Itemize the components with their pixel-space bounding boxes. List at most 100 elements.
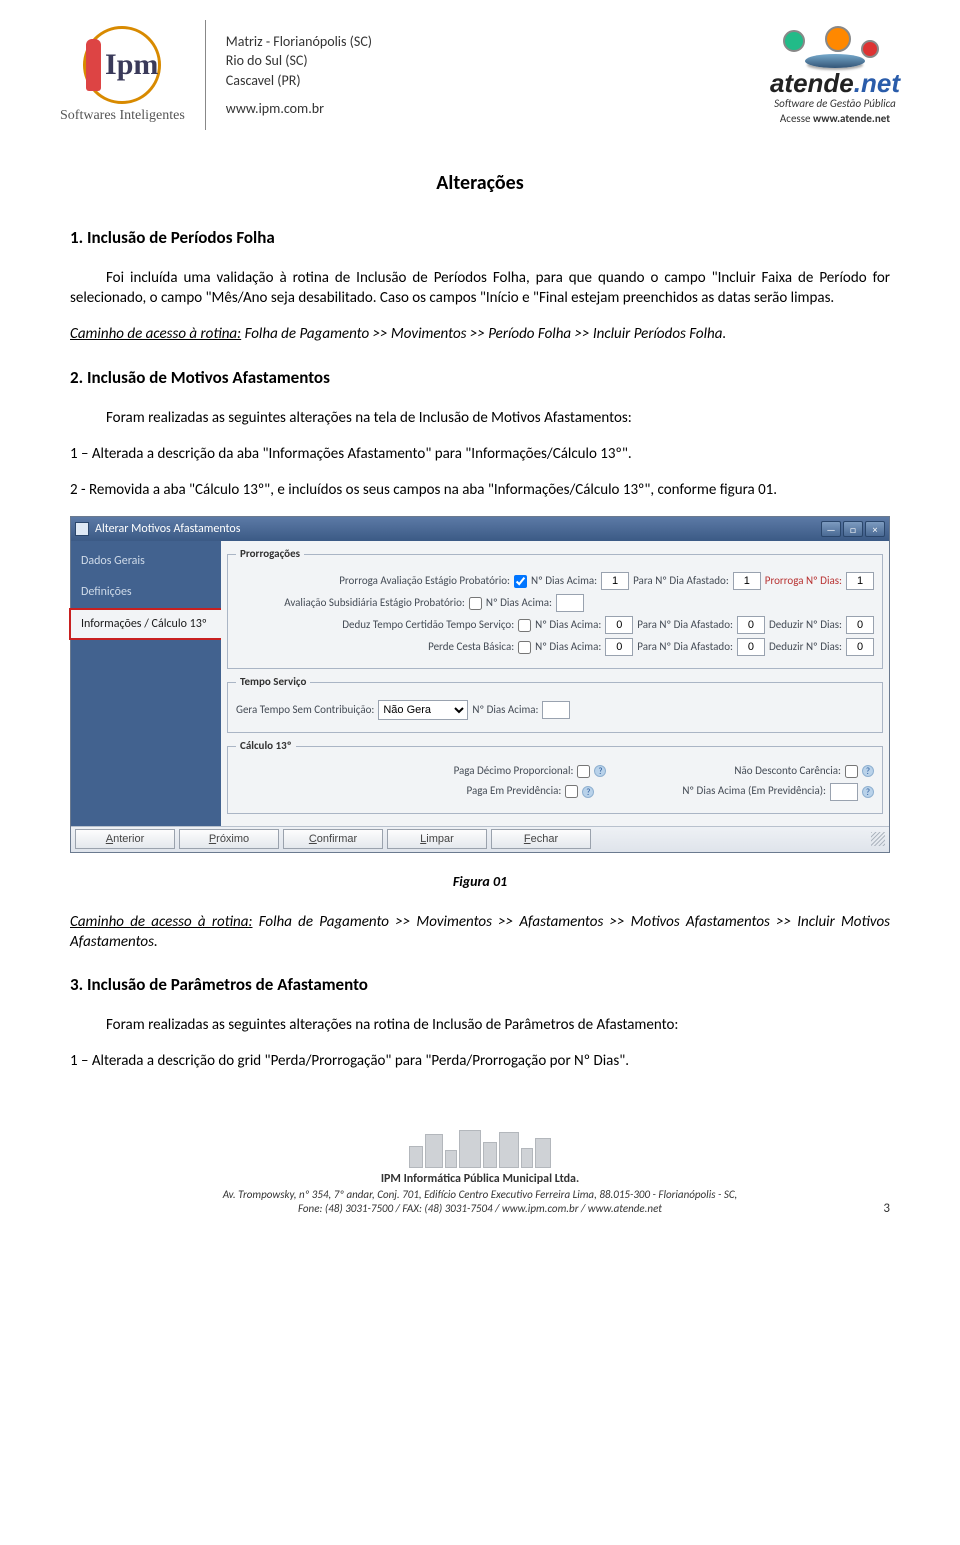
app-window: Alterar Motivos Afastamentos — □ × Dados… — [70, 516, 890, 852]
input-dias-acima-5[interactable] — [542, 701, 570, 719]
input-para-dia-afastado-4[interactable] — [737, 638, 765, 656]
help-icon[interactable]: ? — [862, 765, 874, 777]
atende-icon — [775, 26, 895, 62]
company-site: www.ipm.com.br — [226, 99, 372, 119]
section-2-heading: 2. Inclusão de Motivos Afastamentos — [70, 367, 890, 390]
help-icon[interactable]: ? — [582, 786, 594, 798]
page-header: Ipm Softwares Inteligentes Matriz - Flor… — [0, 0, 960, 140]
nav-item-dados-gerais[interactable]: Dados Gerais — [71, 547, 221, 575]
legend-calculo-13: Cálculo 13º — [236, 739, 296, 754]
left-nav: Dados Gerais Definições Informações / Cá… — [71, 541, 221, 825]
help-icon[interactable]: ? — [862, 786, 874, 798]
section-3-heading: 3. Inclusão de Parâmetros de Afastamento — [70, 974, 890, 997]
addr-line-1: Matriz - Florianópolis (SC) — [226, 32, 372, 52]
label-deduz-tempo: Deduz Tempo Certidão Tempo Serviço: — [314, 618, 514, 633]
fechar-button[interactable]: Fechar — [491, 829, 591, 849]
ipm-tagline: Softwares Inteligentes — [60, 108, 185, 124]
help-icon[interactable]: ? — [594, 765, 606, 777]
label-paga-previdencia: Paga Em Previdência: — [467, 784, 562, 799]
label-deduzir-dias-3: Deduzir Nº Dias: — [769, 618, 842, 633]
minimize-button[interactable]: — — [821, 521, 841, 537]
input-para-dia-afastado-1[interactable] — [733, 572, 761, 590]
anterior-button[interactable]: Anterior — [75, 829, 175, 849]
section-1-paragraph: Foi incluída uma validação à rotina de I… — [70, 268, 890, 309]
input-dias-acima-2[interactable] — [556, 594, 584, 612]
input-dias-acima-4[interactable] — [605, 638, 633, 656]
atende-logo: atende.net Software de Gestão Pública Ac… — [770, 26, 900, 125]
label-prorroga-avaliacao: Prorroga Avaliação Estágio Probatório: — [310, 574, 510, 589]
section-3-intro: Foram realizadas as seguintes alterações… — [70, 1015, 890, 1035]
right-panel: Prorrogações Prorroga Avaliação Estágio … — [221, 541, 889, 825]
addr-line-3: Cascavel (PR) — [226, 71, 372, 91]
confirmar-button[interactable]: Confirmar — [283, 829, 383, 849]
legend-tempo-servico: Tempo Serviço — [236, 675, 310, 690]
footer-company: IPM Informática Pública Municipal Ltda. — [60, 1172, 900, 1186]
label-prorroga-dias: Prorroga Nº Dias: — [765, 574, 842, 589]
checkbox-perde-cesta[interactable] — [518, 641, 531, 654]
bottom-toolbar: Anterior Próximo Confirmar Limpar Fechar — [71, 826, 889, 852]
page-footer: IPM Informática Pública Municipal Ltda. … — [0, 1118, 960, 1237]
section-2-item-2: 2 - Removida a aba "Cálculo 13º", e incl… — [70, 480, 890, 500]
label-perde-cesta: Perde Cesta Básica: — [314, 640, 514, 655]
atende-subtitle: Software de Gestão Pública — [774, 97, 896, 110]
label-dias-acima-5: Nº Dias Acima: — [472, 703, 538, 718]
ipm-logo: Ipm Softwares Inteligentes — [60, 26, 185, 124]
window-icon — [75, 522, 89, 536]
footer-addr-1: Av. Trompowsky, nº 354, 7º andar, Conj. … — [60, 1188, 900, 1202]
label-avaliacao-subsidiaria: Avaliação Subsidiária Estágio Probatório… — [265, 596, 465, 611]
proximo-button[interactable]: Próximo — [179, 829, 279, 849]
input-dias-acima-prev[interactable] — [830, 783, 858, 801]
checkbox-avaliacao-subsidiaria[interactable] — [469, 597, 482, 610]
checkbox-nao-desconto[interactable] — [845, 765, 858, 778]
ipm-logo-text: Ipm — [105, 48, 158, 82]
limpar-button[interactable]: Limpar — [387, 829, 487, 849]
label-para-dia-afastado-3: Para Nº Dia Afastado: — [637, 618, 733, 633]
label-dias-acima-2: Nº Dias Acima: — [486, 596, 552, 611]
atende-access: Acesse www.atende.net — [780, 112, 890, 125]
page-number: 3 — [883, 1201, 890, 1216]
checkbox-paga-previdencia[interactable] — [565, 785, 578, 798]
label-dias-acima-3: Nº Dias Acima: — [535, 618, 601, 633]
fieldset-calculo-13: Cálculo 13º Paga Décimo Proporcional: ? … — [227, 739, 883, 814]
titlebar: Alterar Motivos Afastamentos — □ × — [71, 517, 889, 541]
select-gera-tempo[interactable]: Não Gera — [378, 700, 468, 720]
section-2-path: Caminho de acesso à rotina: Folha de Pag… — [70, 912, 890, 953]
label-paga-decimo: Paga Décimo Proporcional: — [454, 764, 574, 779]
section-1-path: Caminho de acesso à rotina: Folha de Pag… — [70, 324, 890, 344]
input-prorroga-dias[interactable] — [846, 572, 874, 590]
label-gera-tempo: Gera Tempo Sem Contribuição: — [236, 703, 374, 718]
legend-prorrogacoes: Prorrogações — [236, 547, 304, 562]
input-dias-acima-1[interactable] — [601, 572, 629, 590]
document-body: Alterações 1. Inclusão de Períodos Folha… — [0, 140, 960, 1118]
input-deduzir-dias-3[interactable] — [846, 616, 874, 634]
section-2-intro: Foram realizadas as seguintes alterações… — [70, 408, 890, 428]
addr-line-2: Rio do Sul (SC) — [226, 51, 372, 71]
figure-caption: Figura 01 — [70, 873, 890, 892]
input-para-dia-afastado-3[interactable] — [737, 616, 765, 634]
ipm-logo-icon: Ipm — [83, 26, 161, 104]
checkbox-paga-decimo[interactable] — [577, 765, 590, 778]
label-dias-acima-prev: Nº Dias Acima (Em Previdência): — [682, 784, 826, 799]
company-address-block: Matriz - Florianópolis (SC) Rio do Sul (… — [226, 32, 372, 118]
page-title: Alterações — [70, 170, 890, 197]
maximize-button[interactable]: □ — [843, 521, 863, 537]
section-1-heading: 1. Inclusão de Períodos Folha — [70, 227, 890, 250]
checkbox-prorroga-avaliacao[interactable] — [514, 575, 527, 588]
label-para-dia-afastado-4: Para Nº Dia Afastado: — [637, 640, 733, 655]
nav-item-informacoes-calculo[interactable]: Informações / Cálculo 13º — [69, 608, 221, 640]
section-3-item-1: 1 – Alterada a descrição do grid "Perda/… — [70, 1051, 890, 1071]
atende-brand: atende.net — [770, 68, 900, 99]
checkbox-deduz-tempo[interactable] — [518, 619, 531, 632]
input-dias-acima-3[interactable] — [605, 616, 633, 634]
resize-grip-icon[interactable] — [871, 832, 885, 846]
skyline-icon — [60, 1128, 900, 1168]
fieldset-tempo-servico: Tempo Serviço Gera Tempo Sem Contribuiçã… — [227, 675, 883, 733]
label-dias-acima-4: Nº Dias Acima: — [535, 640, 601, 655]
header-divider — [205, 20, 206, 130]
nav-item-definicoes[interactable]: Definições — [71, 578, 221, 606]
input-deduzir-dias-4[interactable] — [846, 638, 874, 656]
close-button[interactable]: × — [865, 521, 885, 537]
label-para-dia-afastado-1: Para Nº Dia Afastado: — [633, 574, 729, 589]
label-deduzir-dias-4: Deduzir Nº Dias: — [769, 640, 842, 655]
section-2-item-1: 1 – Alterada a descrição da aba "Informa… — [70, 444, 890, 464]
